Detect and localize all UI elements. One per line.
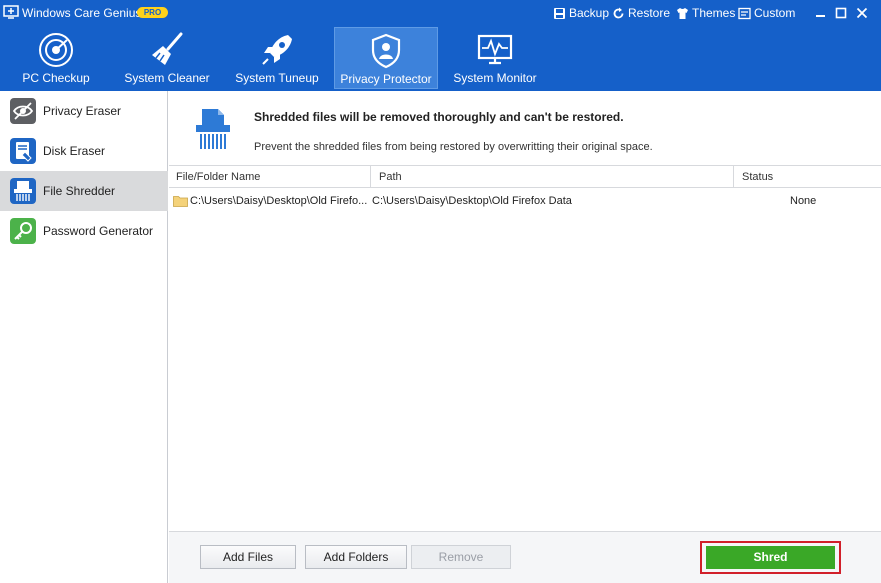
nav-system-monitor[interactable]: System Monitor xyxy=(440,27,550,89)
file-status-cell: None xyxy=(790,195,817,207)
nav-system-tuneup[interactable]: System Tuneup xyxy=(222,27,332,89)
title-bar: Windows Care Genius PRO Backup Restore T… xyxy=(0,0,881,26)
eye-slash-icon xyxy=(10,98,36,124)
themes-link[interactable]: Themes xyxy=(676,6,735,20)
pc-checkup-icon xyxy=(39,33,73,67)
monitor-icon xyxy=(477,34,513,65)
column-header-name[interactable]: File/Folder Name xyxy=(176,171,260,183)
nav-privacy-protector[interactable]: Privacy Protector xyxy=(334,27,438,89)
sidebar-item-disk-eraser[interactable]: Disk Eraser xyxy=(0,131,168,171)
app-logo-icon xyxy=(3,5,19,19)
page-title: Shredded files will be removed thoroughl… xyxy=(254,110,624,124)
nav-system-cleaner[interactable]: System Cleaner xyxy=(112,27,222,89)
file-shredder-panel: Shredded files will be removed thoroughl… xyxy=(169,91,881,583)
add-files-button[interactable]: Add Files xyxy=(200,545,296,569)
app-title: Windows Care Genius xyxy=(22,6,142,20)
disk-eraser-icon xyxy=(10,138,36,164)
nav-label: PC Checkup xyxy=(22,71,90,85)
nav-label: Privacy Protector xyxy=(340,72,432,86)
file-path-cell: C:\Users\Daisy\Desktop\Old Firefox Data xyxy=(372,195,572,207)
table-header: File/Folder Name Path Status xyxy=(169,165,881,188)
pro-badge: PRO xyxy=(137,7,168,18)
restore-label: Restore xyxy=(628,6,671,20)
close-button[interactable] xyxy=(853,4,871,22)
broom-icon xyxy=(152,32,183,65)
page-subtitle: Prevent the shredded files from being re… xyxy=(254,141,653,153)
file-name-cell: C:\Users\Daisy\Desktop\Old Firefo... xyxy=(190,195,368,207)
sidebar-item-file-shredder[interactable]: File Shredder xyxy=(0,171,168,211)
shred-highlight: Shred xyxy=(700,541,841,574)
sidebar-item-password-generator[interactable]: Password Generator xyxy=(0,211,168,251)
shred-button[interactable]: Shred xyxy=(706,546,835,569)
backup-label: Backup xyxy=(569,6,610,20)
nav-label: System Cleaner xyxy=(124,71,210,85)
column-divider[interactable] xyxy=(733,166,734,188)
backup-icon xyxy=(554,7,565,19)
sidebar-item-label: Privacy Eraser xyxy=(43,104,122,118)
action-bar: Add Files Add Folders Remove Shred xyxy=(169,531,881,583)
rocket-icon xyxy=(262,35,292,65)
key-icon xyxy=(10,218,36,244)
file-shredder-icon xyxy=(196,109,230,149)
minimize-button[interactable] xyxy=(812,4,830,22)
custom-link[interactable]: Custom xyxy=(738,6,795,20)
sidebar-item-privacy-eraser[interactable]: Privacy Eraser xyxy=(0,91,168,131)
column-divider[interactable] xyxy=(370,166,371,188)
column-header-status[interactable]: Status xyxy=(742,171,773,183)
backup-link[interactable]: Backup xyxy=(553,6,609,20)
custom-icon xyxy=(738,7,751,19)
shield-icon xyxy=(371,33,401,69)
restore-icon xyxy=(613,7,624,18)
sidebar-item-label: Password Generator xyxy=(43,224,154,238)
themes-icon xyxy=(677,7,688,19)
main-nav: PC Checkup System Cleaner System Tuneup … xyxy=(0,26,881,91)
maximize-button[interactable] xyxy=(832,4,850,22)
nav-pc-checkup[interactable]: PC Checkup xyxy=(0,27,112,89)
custom-label: Custom xyxy=(754,6,796,20)
sidebar-item-label: File Shredder xyxy=(43,184,116,198)
restore-link[interactable]: Restore xyxy=(612,6,670,20)
table-row[interactable]: C:\Users\Daisy\Desktop\Old Firefo... C:\… xyxy=(169,189,881,213)
add-folders-button[interactable]: Add Folders xyxy=(305,545,407,569)
shredder-icon xyxy=(10,178,36,204)
nav-label: System Tuneup xyxy=(235,71,319,85)
column-header-path[interactable]: Path xyxy=(379,171,402,183)
sidebar: Privacy Eraser Disk Eraser File Shredder… xyxy=(0,91,168,583)
folder-icon xyxy=(173,196,188,207)
remove-button[interactable]: Remove xyxy=(411,545,511,569)
nav-label: System Monitor xyxy=(453,71,537,85)
themes-label: Themes xyxy=(692,6,736,20)
sidebar-item-label: Disk Eraser xyxy=(43,144,106,158)
